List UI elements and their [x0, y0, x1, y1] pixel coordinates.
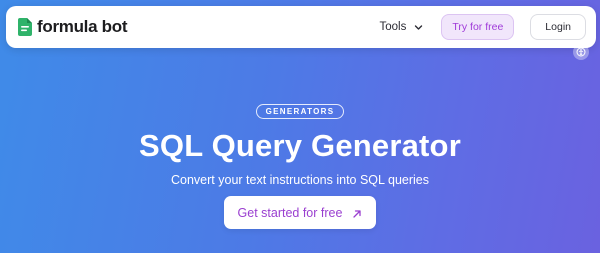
logo[interactable]: formula bot	[18, 17, 128, 37]
login-button[interactable]: Login	[530, 14, 586, 40]
hero-section: GENERATORS SQL Query Generator Convert y…	[0, 104, 600, 229]
category-badge: GENERATORS	[255, 104, 345, 119]
brand-name: formula bot	[37, 17, 128, 36]
accessibility-icon[interactable]	[573, 44, 589, 60]
arrow-up-right-icon	[352, 208, 362, 218]
page-subtitle: Convert your text instructions into SQL …	[171, 173, 429, 187]
nav-right: Tools Try for free Login	[379, 14, 596, 40]
page-title: SQL Query Generator	[139, 128, 461, 163]
tools-menu[interactable]: Tools	[379, 21, 423, 33]
try-for-free-button[interactable]: Try for free	[441, 14, 515, 40]
tools-label: Tools	[379, 21, 407, 33]
logo-icon	[18, 18, 32, 36]
navbar: formula bot Tools Try for free Login	[6, 6, 596, 48]
chevron-down-icon	[414, 23, 423, 32]
get-started-label: Get started for free	[237, 205, 343, 220]
get-started-button[interactable]: Get started for free	[223, 196, 377, 229]
